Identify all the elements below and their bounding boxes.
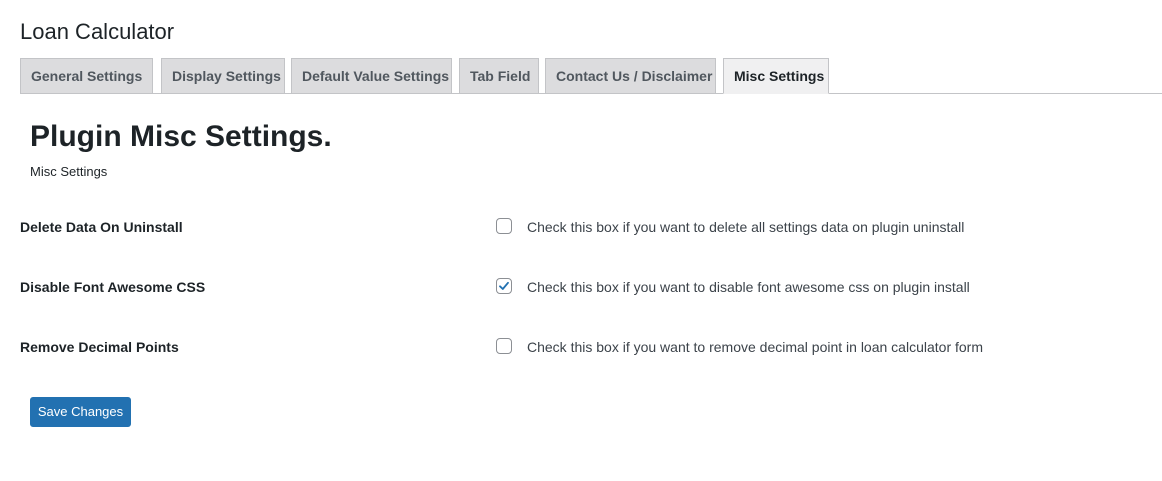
disable-font-awesome-checkbox[interactable] <box>496 278 512 294</box>
setting-label: Disable Font Awesome CSS <box>20 279 206 295</box>
tab-display-settings[interactable]: Display Settings <box>161 58 285 93</box>
tab-contact-us-disclaimer[interactable]: Contact Us / Disclaimer <box>545 58 716 93</box>
setting-description: Check this box if you want to disable fo… <box>527 279 970 295</box>
setting-description: Check this box if you want to delete all… <box>527 219 965 235</box>
tab-general-settings[interactable]: General Settings <box>20 58 153 93</box>
save-changes-button[interactable]: Save Changes <box>30 397 131 427</box>
setting-description: Check this box if you want to remove dec… <box>527 339 983 355</box>
tab-default-value-settings[interactable]: Default Value Settings <box>291 58 452 93</box>
page-title: Plugin Misc Settings. <box>30 120 332 153</box>
setting-row-delete-data: Delete Data On Uninstall Check this box … <box>20 215 1140 239</box>
setting-label: Remove Decimal Points <box>20 339 179 355</box>
checkmark-icon <box>499 281 509 290</box>
setting-row-remove-decimal: Remove Decimal Points Check this box if … <box>20 335 1140 359</box>
remove-decimal-checkbox[interactable] <box>496 338 512 354</box>
setting-label: Delete Data On Uninstall <box>20 219 183 235</box>
setting-row-disable-font-awesome: Disable Font Awesome CSS Check this box … <box>20 275 1140 299</box>
tab-tab-field[interactable]: Tab Field <box>459 58 539 93</box>
page-subtitle: Misc Settings <box>30 164 108 179</box>
delete-data-checkbox[interactable] <box>496 218 512 234</box>
tab-misc-settings[interactable]: Misc Settings <box>723 58 829 94</box>
settings-tabs: General Settings Display Settings Defaul… <box>20 58 1162 94</box>
app-title: Loan Calculator <box>20 19 175 44</box>
